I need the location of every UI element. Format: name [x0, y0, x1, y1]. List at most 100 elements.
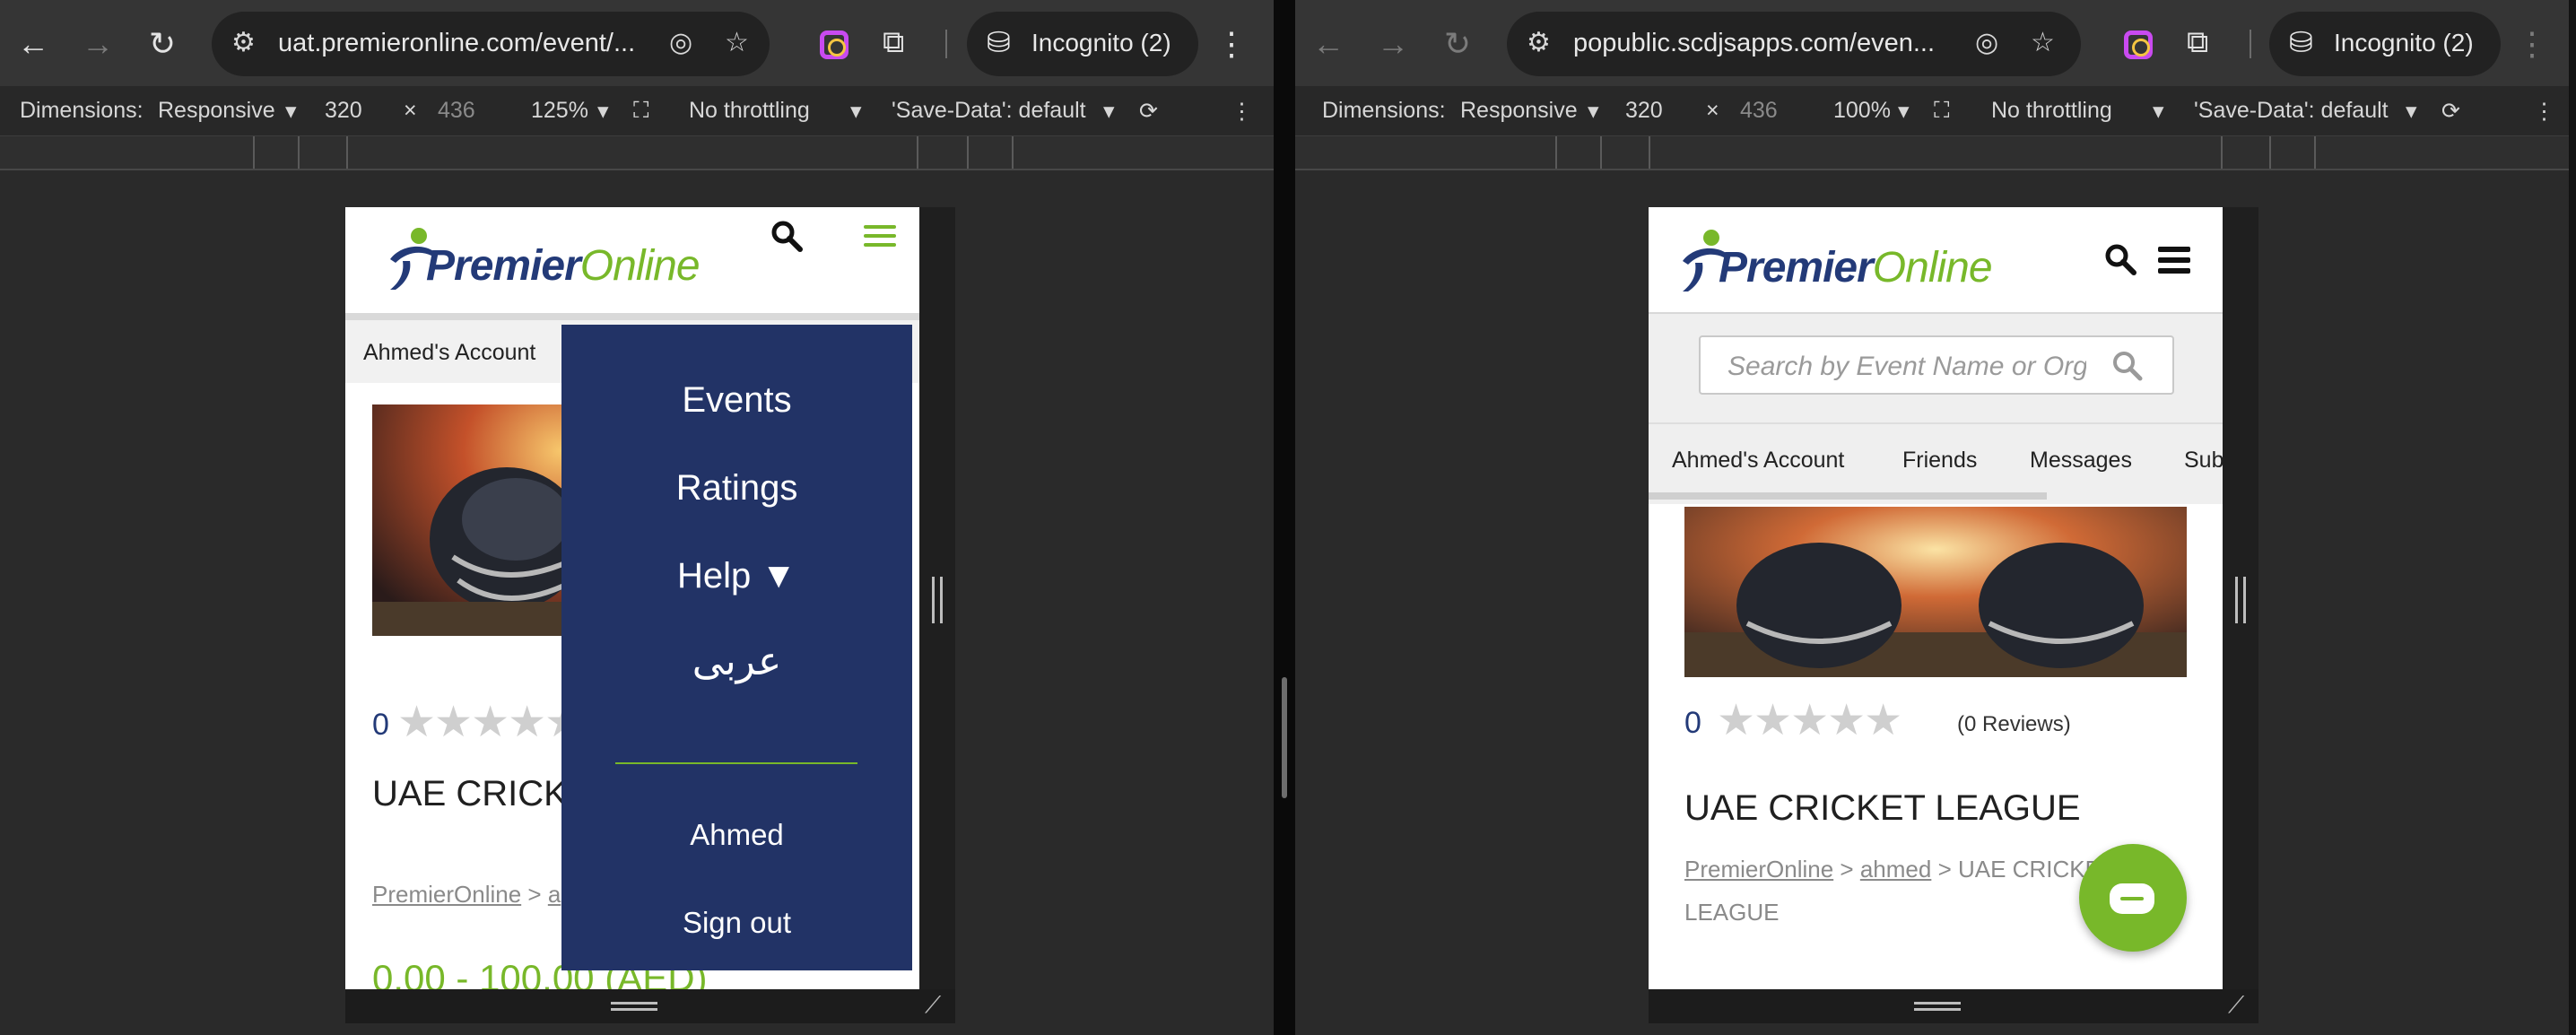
height-input[interactable]: 436	[438, 98, 475, 124]
save-data-caret-icon[interactable]: ▾	[1103, 98, 1115, 125]
capture-icon[interactable]: ⛶	[1934, 98, 1950, 124]
account-tab[interactable]: Ahmed's Account	[363, 340, 535, 366]
puzzle-extensions-icon[interactable]: ⧉	[2187, 25, 2208, 60]
forward-arrow-icon[interactable]: →	[77, 23, 118, 65]
devtools-more-icon[interactable]: ⋮	[2533, 98, 2555, 125]
tabs-scrollbar[interactable]	[1649, 492, 2047, 500]
hamburger-menu-icon[interactable]	[2158, 247, 2190, 279]
rating-stars: ★★★★★	[1717, 697, 1902, 744]
throttling-select[interactable]: No throttling	[1991, 98, 2112, 124]
zoom-select[interactable]: 125%	[531, 98, 588, 124]
zoom-caret-icon[interactable]: ▾	[1898, 98, 1910, 125]
menu-item-arabic[interactable]: عربى	[561, 639, 912, 684]
viewport-resize-handle-bottom[interactable]: ⟋	[1649, 989, 2258, 1023]
save-data-caret-icon[interactable]: ▾	[2406, 98, 2417, 125]
search-icon[interactable]	[770, 220, 803, 260]
kebab-menu-icon[interactable]: ⋮	[2511, 23, 2553, 65]
bookmark-star-icon[interactable]: ☆	[2031, 27, 2055, 58]
width-input[interactable]: 320	[325, 98, 362, 124]
window-split-divider[interactable]	[1274, 0, 1295, 1035]
menu-item-help[interactable]: Help ▼	[561, 556, 912, 596]
resize-corner-icon[interactable]: ⟋	[2228, 991, 2244, 1020]
rating-stars: ★★★★★	[397, 699, 583, 746]
times-sign: ×	[1706, 98, 1719, 123]
throttling-caret-icon[interactable]: ▾	[850, 98, 862, 125]
toolbar-separator	[945, 30, 947, 58]
breadcrumb-home-link[interactable]: PremierOnline	[1684, 856, 1833, 883]
toolbar-separator	[2250, 30, 2251, 58]
search-icon[interactable]	[2104, 243, 2137, 283]
tab-friends[interactable]: Friends	[1902, 448, 1977, 474]
back-arrow-icon[interactable]: ←	[13, 23, 54, 65]
zoom-select[interactable]: 100%	[1833, 98, 1891, 124]
throttling-caret-icon[interactable]: ▾	[2153, 98, 2164, 125]
color-extension-icon[interactable]	[820, 30, 849, 59]
eye-off-icon[interactable]: ◎	[669, 27, 692, 58]
chat-button[interactable]	[2079, 844, 2187, 952]
viewport-resize-handle-right[interactable]	[919, 207, 955, 989]
back-arrow-icon[interactable]: ←	[1308, 23, 1349, 65]
viewport-resize-handle-right[interactable]	[2223, 207, 2258, 989]
device-select-caret-icon[interactable]: ▾	[285, 98, 297, 125]
device-select[interactable]: Responsive	[1460, 98, 1578, 124]
address-bar[interactable]: ⚙ uat.premieronline.com/event/... ◎ ☆	[212, 12, 770, 76]
times-sign: ×	[404, 98, 417, 123]
menu-item-user[interactable]: Ahmed	[561, 818, 912, 852]
menu-divider	[615, 762, 857, 764]
menu-item-ratings[interactable]: Ratings	[561, 468, 912, 509]
breadcrumb-separator: >	[527, 881, 542, 908]
search-input[interactable]	[1727, 352, 2086, 382]
logo-word-online: Online	[579, 242, 701, 290]
logo-word-online: Online	[1872, 244, 1993, 291]
kebab-menu-icon[interactable]: ⋮	[1211, 23, 1252, 65]
hamburger-menu-icon[interactable]	[864, 225, 896, 252]
save-data-select[interactable]: 'Save-Data': default	[892, 98, 1086, 124]
menu-item-events[interactable]: Events	[561, 380, 912, 421]
breadcrumb-separator: >	[1937, 856, 1952, 883]
logo-word-premier: Premier	[1719, 244, 1874, 291]
resize-corner-icon[interactable]: ⟋	[925, 991, 941, 1020]
reviews-count[interactable]: (0 Reviews)	[1957, 712, 2071, 737]
url-text: uat.premieronline.com/event/...	[278, 29, 636, 57]
tab-subscriptions[interactable]: Sub	[2184, 448, 2223, 474]
media-query-ruler	[1295, 136, 2569, 170]
event-hero-image	[1684, 507, 2187, 677]
reload-icon[interactable]: ↻	[142, 23, 183, 65]
incognito-indicator[interactable]: ⛁ Incognito (2)	[2269, 12, 2501, 76]
breadcrumb-home-link[interactable]: PremierOnline	[372, 881, 521, 908]
breadcrumb: PremierOnline > a	[372, 873, 561, 916]
forward-arrow-icon[interactable]: →	[1372, 23, 1414, 65]
rotate-icon[interactable]: ⟳	[2441, 98, 2460, 125]
puzzle-extensions-icon[interactable]: ⧉	[883, 25, 904, 60]
site-info-icon[interactable]: ⚙	[1527, 27, 1551, 58]
eye-off-icon[interactable]: ◎	[1975, 27, 1998, 58]
tab-account[interactable]: Ahmed's Account	[1672, 448, 1844, 474]
breadcrumb-user-link[interactable]: a	[548, 881, 561, 908]
media-query-ruler	[0, 136, 1274, 170]
save-data-select[interactable]: 'Save-Data': default	[2194, 98, 2389, 124]
tab-messages[interactable]: Messages	[2030, 448, 2132, 474]
search-field-icon[interactable]	[2111, 350, 2144, 382]
height-input[interactable]: 436	[1740, 98, 1778, 124]
emulated-viewport: PremierOnline Ahmed's Account Friends Me…	[1649, 207, 2223, 989]
throttling-select[interactable]: No throttling	[689, 98, 810, 124]
zoom-caret-icon[interactable]: ▾	[597, 98, 609, 125]
breadcrumb-user-link[interactable]: ahmed	[1860, 856, 1932, 883]
browser-toolbar: ← → ↻ ⚙ popublic.scdjsapps.com/even... ◎…	[1295, 0, 2569, 86]
device-select[interactable]: Responsive	[158, 98, 275, 124]
capture-icon[interactable]: ⛶	[633, 98, 649, 124]
devtools-more-icon[interactable]: ⋮	[1231, 98, 1253, 125]
address-bar[interactable]: ⚙ popublic.scdjsapps.com/even... ◎ ☆	[1507, 12, 2081, 76]
width-input[interactable]: 320	[1625, 98, 1663, 124]
device-select-caret-icon[interactable]: ▾	[1588, 98, 1599, 125]
search-field[interactable]	[1699, 335, 2174, 395]
rotate-icon[interactable]: ⟳	[1139, 98, 1158, 125]
incognito-indicator[interactable]: ⛁ Incognito (2)	[967, 12, 1198, 76]
bookmark-star-icon[interactable]: ☆	[725, 27, 749, 58]
color-extension-icon[interactable]	[2124, 30, 2153, 59]
site-info-icon[interactable]: ⚙	[231, 27, 256, 58]
reload-icon[interactable]: ↻	[1437, 23, 1478, 65]
viewport-resize-handle-bottom[interactable]: ⟋	[345, 989, 955, 1023]
device-toolbar: Dimensions: Responsive ▾ 320 × 436 100% …	[1295, 86, 2569, 136]
menu-item-sign-out[interactable]: Sign out	[561, 906, 912, 940]
